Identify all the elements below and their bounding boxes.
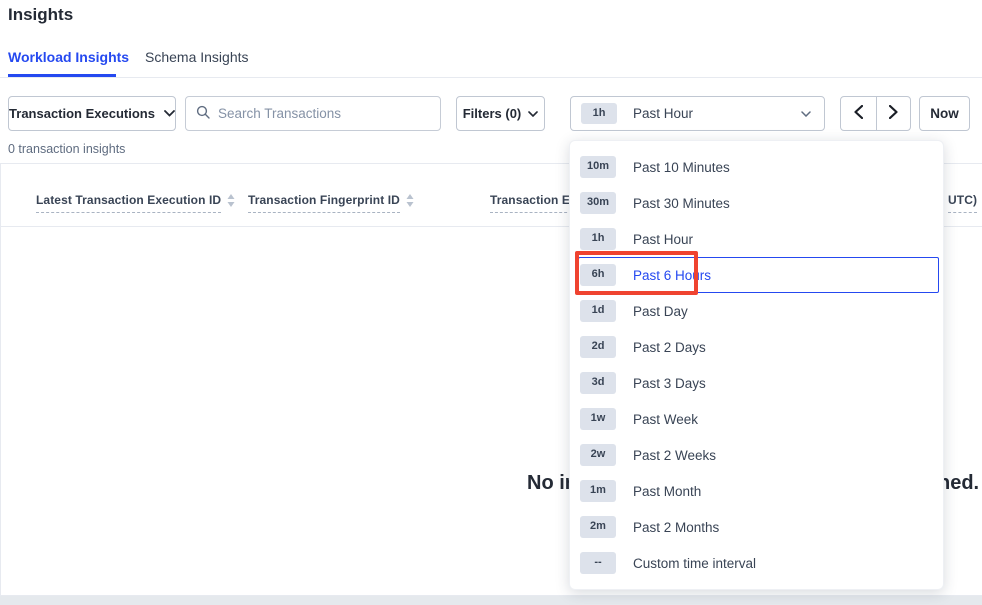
chevron-down-icon xyxy=(164,110,175,117)
time-range-option-badge: 3d xyxy=(580,372,616,393)
time-range-option-label: Past 3 Days xyxy=(633,376,706,391)
now-button-label: Now xyxy=(930,106,959,121)
tab-schema-insights[interactable]: Schema Insights xyxy=(145,49,249,65)
time-range-option[interactable]: 2w Past 2 Weeks xyxy=(578,437,939,473)
time-range-option-label: Past 10 Minutes xyxy=(633,160,730,175)
chevron-left-icon xyxy=(854,105,863,122)
search-input[interactable] xyxy=(218,106,430,121)
time-range-option-badge: 1d xyxy=(580,300,616,321)
time-range-option[interactable]: 10m Past 10 Minutes xyxy=(578,149,939,185)
chevron-down-icon xyxy=(528,111,538,117)
time-range-option-label: Custom time interval xyxy=(633,556,756,571)
next-time-button[interactable] xyxy=(876,97,911,130)
empty-state-text-right: ned. xyxy=(938,472,979,495)
time-range-option[interactable]: 1m Past Month xyxy=(578,473,939,509)
time-range-option-label: Past 2 Weeks xyxy=(633,448,716,463)
time-range-option-label: Past 6 Hours xyxy=(633,268,711,283)
search-box[interactable] xyxy=(185,96,441,131)
tabs-divider xyxy=(0,77,982,78)
column-header[interactable]: Transaction Ex xyxy=(490,193,577,213)
column-header[interactable]: UTC) xyxy=(948,193,977,213)
column-header-label: Latest Transaction Execution ID xyxy=(36,193,221,213)
time-range-option[interactable]: 2d Past 2 Days xyxy=(578,329,939,365)
time-range-option-label: Past 2 Days xyxy=(633,340,706,355)
time-range-option-badge: 6h xyxy=(580,264,616,285)
time-range-option-badge: 2w xyxy=(580,444,616,465)
time-range-option-badge: 1h xyxy=(580,228,616,249)
sort-icon[interactable] xyxy=(227,194,235,207)
sort-icon[interactable] xyxy=(406,194,414,207)
page-title: Insights xyxy=(8,5,73,25)
previous-time-button[interactable] xyxy=(841,97,876,130)
column-header-label: UTC) xyxy=(948,193,977,213)
time-nav-group xyxy=(840,96,911,131)
time-range-dropdown: 10m Past 10 Minutes 30m Past 30 Minutes … xyxy=(569,140,944,590)
time-range-option[interactable]: 1d Past Day xyxy=(578,293,939,329)
now-button[interactable]: Now xyxy=(919,96,970,131)
time-range-picker[interactable]: 1h Past Hour xyxy=(570,96,825,131)
time-range-option-badge: -- xyxy=(580,552,616,573)
tab-workload-insights[interactable]: Workload Insights xyxy=(8,49,129,65)
time-range-option-label: Past Day xyxy=(633,304,688,319)
time-range-option[interactable]: -- Custom time interval xyxy=(578,545,939,581)
time-range-option-label: Past 30 Minutes xyxy=(633,196,730,211)
results-count: 0 transaction insights xyxy=(8,142,125,156)
workload-type-select-label: Transaction Executions xyxy=(9,106,155,121)
time-range-option[interactable]: 1h Past Hour xyxy=(578,221,939,257)
time-range-option-badge: 1w xyxy=(580,408,616,429)
time-range-option-badge: 30m xyxy=(580,192,616,213)
time-range-option[interactable]: 6h Past 6 Hours xyxy=(578,257,939,293)
time-range-option-label: Past Hour xyxy=(633,232,693,247)
filters-button-label: Filters (0) xyxy=(463,106,522,121)
page-bottom-strip xyxy=(0,596,982,605)
workload-type-select[interactable]: Transaction Executions xyxy=(8,96,176,131)
time-range-label: Past Hour xyxy=(633,106,693,121)
time-range-option[interactable]: 1w Past Week xyxy=(578,401,939,437)
column-header[interactable]: Latest Transaction Execution ID xyxy=(36,193,235,213)
time-range-option-label: Past Week xyxy=(633,412,698,427)
time-range-option-label: Past Month xyxy=(633,484,701,499)
chevron-right-icon xyxy=(889,105,898,122)
time-range-option-badge: 2d xyxy=(580,336,616,357)
time-range-badge: 1h xyxy=(581,103,617,124)
column-header-label: Transaction Fingerprint ID xyxy=(248,193,400,213)
time-range-option[interactable]: 3d Past 3 Days xyxy=(578,365,939,401)
column-header[interactable]: Transaction Fingerprint ID xyxy=(248,193,414,213)
filters-button[interactable]: Filters (0) xyxy=(456,96,545,131)
time-range-option[interactable]: 30m Past 30 Minutes xyxy=(578,185,939,221)
search-icon xyxy=(196,105,210,122)
column-header-label: Transaction Ex xyxy=(490,193,577,213)
time-range-option[interactable]: 2m Past 2 Months xyxy=(578,509,939,545)
chevron-down-icon xyxy=(801,111,811,117)
time-range-option-badge: 1m xyxy=(580,480,616,501)
time-range-option-badge: 2m xyxy=(580,516,616,537)
time-range-option-badge: 10m xyxy=(580,156,616,177)
time-range-option-label: Past 2 Months xyxy=(633,520,719,535)
